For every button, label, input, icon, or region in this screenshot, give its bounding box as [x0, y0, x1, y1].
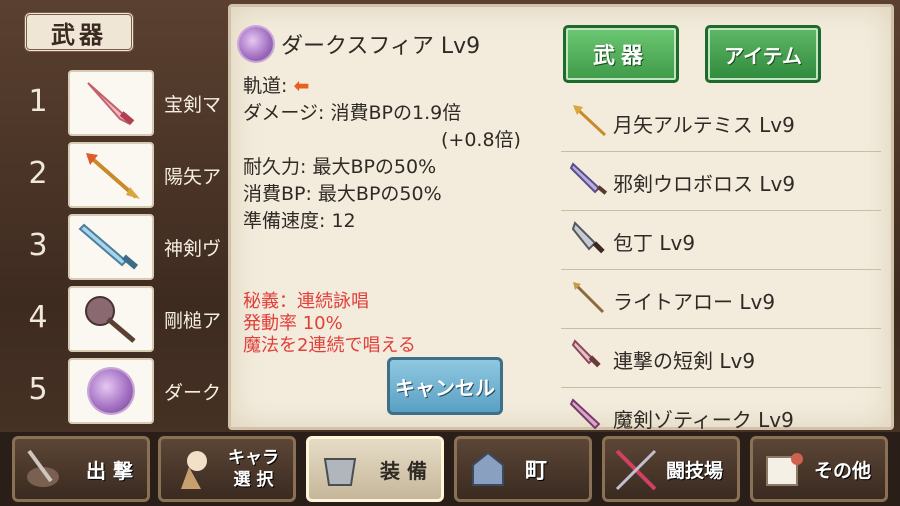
weapon-detail-panel: ダークスフィア Lv9 軌道: ⬅ ダメージ: 消費BPの1.9倍 (+0.8倍… [228, 4, 894, 432]
list-item[interactable]: 連撃の短剣 Lv9 [561, 329, 881, 388]
golden-arrow-icon [86, 153, 140, 199]
prep-speed-row: 準備速度: 12 [243, 210, 356, 232]
owned-name: 月矢アルテミス Lv9 [613, 113, 795, 137]
weapon-thumb [68, 142, 154, 208]
list-item[interactable]: 4 剛槌ア [18, 284, 233, 354]
battle-icon [27, 449, 59, 487]
list-item[interactable]: 1 宝剣マ [18, 68, 233, 138]
weapon-title-text: ダークスフィア Lv9 [281, 34, 481, 59]
nav-equip[interactable]: 装 備 [306, 436, 444, 502]
sword-icon [78, 223, 139, 270]
dark-sphere-icon [239, 27, 273, 61]
armor-icon [323, 458, 357, 486]
bottom-nav: 出 撃 キャラ 選 択 装 備 町 闘技場 その他 [0, 432, 900, 506]
list-item[interactable]: 5 ダーク [18, 356, 233, 426]
list-item[interactable]: 月矢アルテミス Lv9 [561, 93, 881, 152]
special-rate: 発動率 10% [243, 313, 343, 334]
owned-name: ライトアロー Lv9 [613, 290, 776, 314]
arrow-icon [573, 282, 605, 314]
left-arrow-icon: ⬅ [293, 75, 310, 97]
list-item[interactable]: 3 神剣ヴ [18, 212, 233, 282]
weapon-name: ダーク [164, 382, 222, 404]
tab-weapon[interactable]: 武器 [563, 25, 679, 83]
character-icon [181, 451, 207, 489]
nav-label: キャラ 選 択 [228, 448, 279, 490]
magic-sword-icon [569, 398, 601, 430]
item-number: 4 [28, 300, 48, 335]
weapon-thumb [68, 358, 154, 424]
nav-sortie[interactable]: 出 撃 [12, 436, 150, 502]
weapon-name: 神剣ヴ [164, 238, 222, 260]
list-item[interactable]: ライトアロー Lv9 [561, 270, 881, 329]
nav-label: 町 [524, 459, 547, 484]
weapon-name: 剛槌ア [164, 310, 222, 332]
trajectory-row: 軌道: ⬅ [243, 73, 521, 100]
trajectory-label: 軌道: [243, 75, 288, 97]
owned-name: 連撃の短剣 Lv9 [613, 349, 756, 373]
arena-icon [615, 449, 657, 491]
damage-bonus: (+0.8倍) [441, 129, 521, 151]
item-number: 3 [28, 228, 48, 263]
nav-label: その他 [813, 459, 871, 482]
special-name: 秘義：連続詠唱 [243, 291, 369, 312]
weapon-thumb [68, 214, 154, 280]
list-item[interactable]: 2 陽矢ア [18, 140, 233, 210]
kitchen-knife-icon [571, 221, 605, 254]
weapon-stats: 軌道: ⬅ ダメージ: 消費BPの1.9倍 (+0.8倍) 耐久力: 最大BPの… [243, 73, 521, 235]
item-number: 5 [28, 372, 48, 407]
tab-item[interactable]: アイテム [705, 25, 821, 83]
item-number: 2 [28, 156, 48, 191]
list-item[interactable]: 邪剣ウロボロス Lv9 [561, 152, 881, 211]
special-skill: 秘義：連続詠唱 発動率 10% 魔法を2連続で唱える [243, 291, 416, 357]
durability-row: 耐久力: 最大BPの50% [243, 156, 437, 178]
nav-label: 装 備 [380, 458, 427, 483]
weapon-list-title: 武器 [24, 12, 134, 52]
town-icon [472, 451, 504, 486]
weapon-name: 陽矢ア [164, 166, 222, 188]
dark-sphere-icon [89, 369, 133, 413]
owned-name: 魔剣ゾティーク Lv9 [613, 408, 794, 432]
sword-icon [87, 82, 135, 126]
nav-character[interactable]: キャラ 選 択 [158, 436, 296, 502]
weapon-name: 宝剣マ [164, 94, 222, 116]
weapon-thumb [68, 286, 154, 352]
nav-arena[interactable]: 闘技場 [602, 436, 740, 502]
mace-icon [85, 296, 136, 343]
scroll-icon [766, 453, 803, 486]
sword-icon [569, 162, 608, 195]
weapon-thumb [68, 70, 154, 136]
item-number: 1 [28, 84, 48, 119]
list-item[interactable]: 包丁 Lv9 [561, 211, 881, 270]
nav-label: 闘技場 [665, 459, 723, 482]
owned-name: 邪剣ウロボロス Lv9 [613, 172, 796, 196]
cancel-button[interactable]: キャンセル [387, 357, 503, 415]
damage-row: ダメージ: 消費BPの1.9倍 [243, 102, 462, 124]
dagger-icon [571, 339, 601, 368]
weapon-title: ダークスフィア Lv9 [239, 27, 480, 61]
owned-name: 包丁 Lv9 [613, 231, 696, 255]
nav-other[interactable]: その他 [750, 436, 888, 502]
nav-town[interactable]: 町 [454, 436, 592, 502]
bp-cost-row: 消費BP: 最大BPの50% [243, 183, 442, 205]
golden-arrow-icon [573, 105, 607, 137]
nav-label: 出 撃 [86, 458, 133, 483]
special-desc: 魔法を2連続で唱える [243, 335, 416, 356]
